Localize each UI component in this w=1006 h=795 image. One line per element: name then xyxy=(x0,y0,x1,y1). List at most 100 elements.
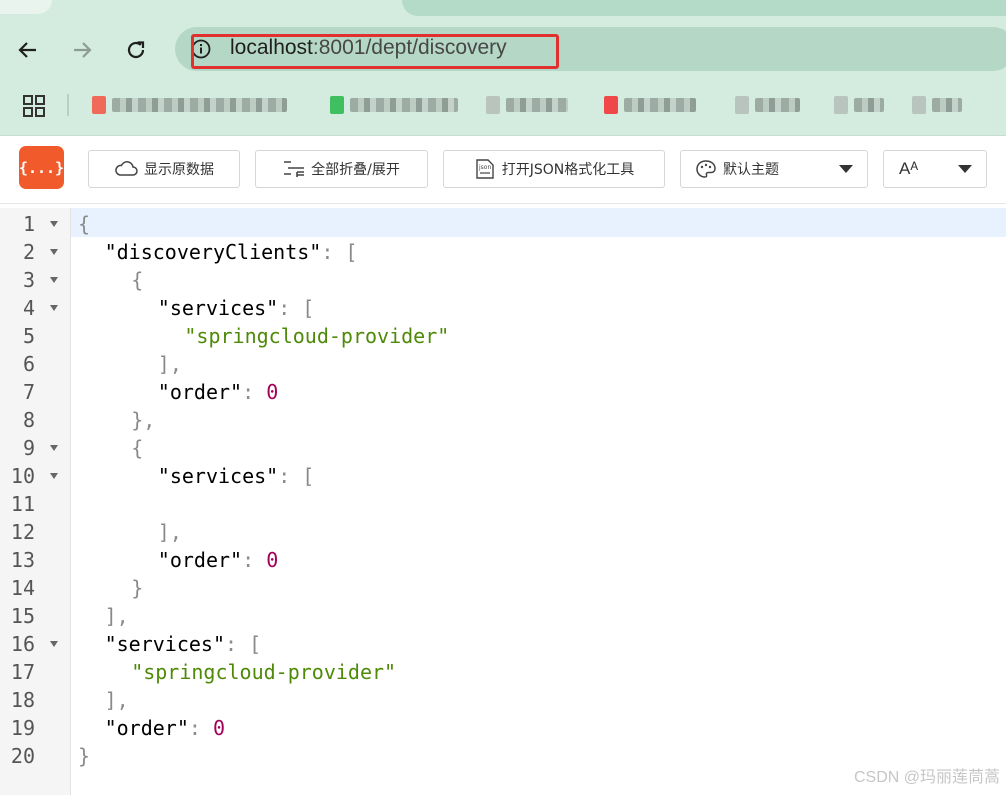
fold-toggle-icon[interactable] xyxy=(50,445,58,451)
bookmark-item[interactable] xyxy=(92,93,287,117)
reload-button[interactable] xyxy=(120,34,152,66)
code-line: { xyxy=(131,266,143,294)
json-punctuation: : [ xyxy=(225,632,262,656)
bookmarks-divider xyxy=(67,94,69,116)
inactive-tab[interactable] xyxy=(0,0,52,14)
back-arrow-icon xyxy=(18,42,36,58)
url-highlight-box xyxy=(191,34,559,69)
line-number: 12 xyxy=(10,520,35,544)
forward-button[interactable] xyxy=(66,34,98,66)
svg-text:json: json xyxy=(478,164,491,171)
json-viewer-logo: {...} xyxy=(19,146,64,189)
line-number: 5 xyxy=(22,324,35,348)
tab-strip xyxy=(0,0,1006,24)
theme-select-label: 默认主题 xyxy=(723,162,779,178)
code-line: "springcloud-provider" xyxy=(184,322,449,350)
bookmark-label-blurred xyxy=(624,98,696,112)
bookmark-label-blurred xyxy=(112,98,287,112)
bookmark-item[interactable] xyxy=(912,93,962,117)
json-code-view[interactable]: 1 2 3 4 5 6 7 8 9 10 11 12 13 14 15 16 17 18 19 20 {"discov… xyxy=(0,208,1006,795)
fold-toggle-icon[interactable] xyxy=(50,305,58,311)
line-number: 7 xyxy=(22,380,35,404)
code-line: ], xyxy=(158,518,182,546)
json-punctuation: } xyxy=(78,744,91,768)
bookmark-item[interactable] xyxy=(735,93,800,117)
apps-grid-icon[interactable] xyxy=(23,95,45,117)
json-number: 0 xyxy=(266,380,279,404)
active-tab[interactable] xyxy=(402,0,1006,16)
line-number: 10 xyxy=(10,464,35,488)
code-line: "order": 0 xyxy=(105,714,225,742)
bookmark-favicon-icon xyxy=(834,96,848,114)
code-line: "services": [ xyxy=(158,462,315,490)
line-number: 1 xyxy=(22,212,35,236)
show-raw-button[interactable]: 显示原数据 xyxy=(88,150,240,188)
theme-dropdown-arrow-icon xyxy=(839,165,853,173)
open-json-tool-button[interactable]: json 打开JSON格式化工具 xyxy=(443,150,665,188)
bookmark-label-blurred xyxy=(854,98,884,112)
json-viewer-toolbar: {...} 显示原数据 全部折叠/展开 json 打开JSON格式化工具 默认主… xyxy=(0,136,1006,204)
bookmark-favicon-icon xyxy=(330,96,344,114)
code-line: } xyxy=(131,574,143,602)
code-line: "services": [ xyxy=(105,630,262,658)
code-line: ], xyxy=(105,686,129,714)
json-punctuation: : [ xyxy=(321,240,358,264)
json-punctuation: : xyxy=(188,716,213,740)
line-number: 19 xyxy=(10,716,35,740)
line-number: 20 xyxy=(10,744,35,768)
fold-all-label: 全部折叠/展开 xyxy=(311,162,400,178)
line-number: 13 xyxy=(10,548,35,572)
font-size-icon: Aᴬ xyxy=(899,159,919,178)
json-punctuation: : xyxy=(242,380,267,404)
reload-icon xyxy=(127,41,145,59)
fold-list-icon xyxy=(284,161,305,177)
line-number: 3 xyxy=(22,268,35,292)
bookmark-label-blurred xyxy=(755,98,800,112)
theme-select[interactable]: 默认主题 xyxy=(680,150,868,188)
json-string: "springcloud-provider" xyxy=(184,324,450,348)
bookmark-item[interactable] xyxy=(604,93,696,117)
bookmark-item[interactable] xyxy=(486,93,568,117)
json-key: "order" xyxy=(104,716,189,740)
json-key: "order" xyxy=(157,380,243,404)
line-number-gutter: 1 2 3 4 5 6 7 8 9 10 11 12 13 14 15 16 17 18 19 20 xyxy=(0,208,71,795)
json-punctuation: : [ xyxy=(278,296,315,320)
fold-toggle-icon[interactable] xyxy=(50,277,58,283)
json-punctuation: ], xyxy=(104,604,129,628)
bookmark-item[interactable] xyxy=(834,93,884,117)
active-line-highlight xyxy=(71,208,1006,237)
fold-toggle-icon[interactable] xyxy=(50,473,58,479)
code-line: }, xyxy=(131,406,155,434)
json-punctuation: ], xyxy=(157,520,182,544)
bookmark-favicon-icon xyxy=(912,96,926,114)
fold-toggle-icon[interactable] xyxy=(50,249,58,255)
line-number: 8 xyxy=(22,408,35,432)
bookmark-item[interactable] xyxy=(330,93,458,117)
fold-all-button[interactable]: 全部折叠/展开 xyxy=(255,150,428,188)
line-number: 15 xyxy=(10,604,35,628)
code-line: ], xyxy=(105,602,129,630)
code-line: ], xyxy=(158,350,182,378)
fold-toggle-icon[interactable] xyxy=(50,221,58,227)
cloud-icon xyxy=(115,161,138,176)
fold-toggle-icon[interactable] xyxy=(50,641,58,647)
line-number: 6 xyxy=(22,352,35,376)
bookmark-favicon-icon xyxy=(92,96,106,114)
back-button[interactable] xyxy=(12,34,44,66)
json-key: "order" xyxy=(157,548,243,572)
bookmark-favicon-icon xyxy=(486,96,500,114)
json-file-icon: json xyxy=(476,159,494,179)
font-size-select[interactable]: Aᴬ xyxy=(883,150,987,188)
json-punctuation: ], xyxy=(104,688,129,712)
json-punctuation: } xyxy=(131,576,144,600)
line-number: 4 xyxy=(22,296,35,320)
code-line: "discoveryClients": [ xyxy=(105,238,358,266)
json-number: 0 xyxy=(266,548,279,572)
json-punctuation: : [ xyxy=(278,464,315,488)
json-punctuation: }, xyxy=(131,408,156,432)
code-line: "order": 0 xyxy=(158,378,278,406)
bookmarks-bar xyxy=(0,76,1006,136)
font-size-dropdown-arrow-icon xyxy=(958,165,972,173)
line-number: 2 xyxy=(22,240,35,264)
code-line: "order": 0 xyxy=(158,546,278,574)
